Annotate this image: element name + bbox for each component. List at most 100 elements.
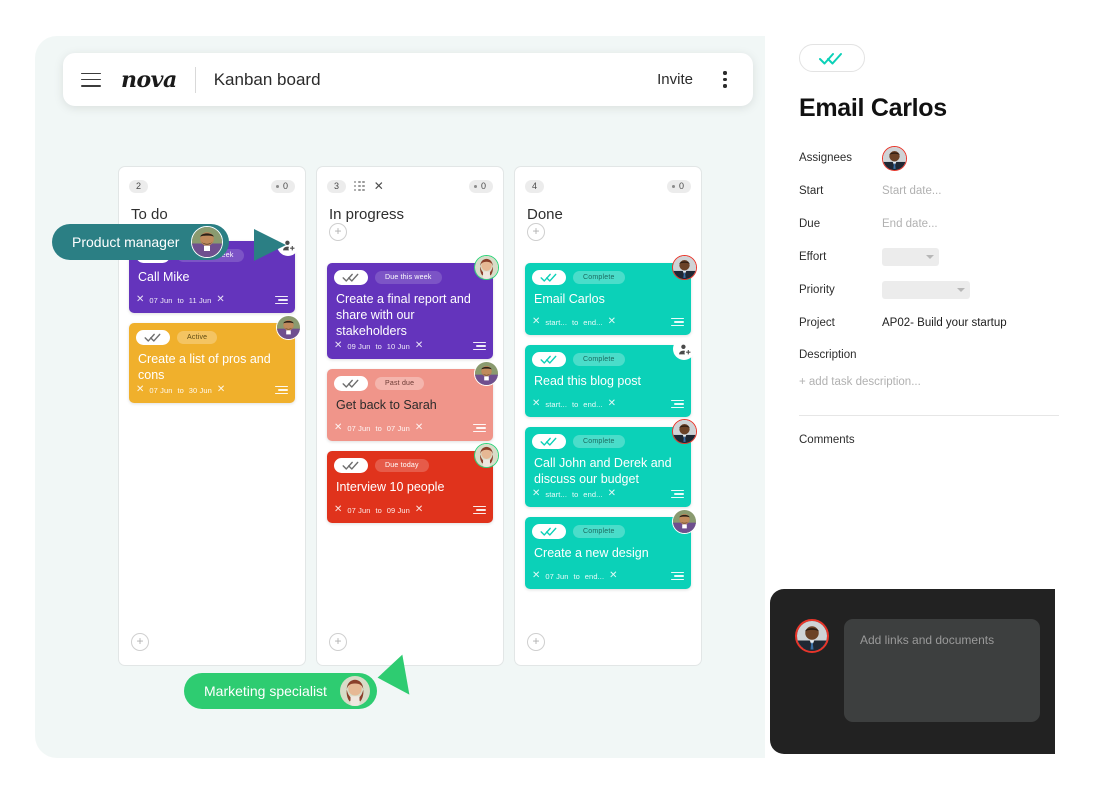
card-complete-toggle[interactable] xyxy=(334,457,368,473)
add-card-top-button[interactable]: + xyxy=(527,223,545,241)
add-links-input[interactable]: Add links and documents xyxy=(844,619,1040,722)
start-date[interactable]: 07 Jun xyxy=(545,572,568,581)
add-card-button[interactable]: + xyxy=(527,633,545,651)
task-card[interactable]: Complete Call John and Derek and discuss … xyxy=(525,419,697,507)
clear-start-date-icon[interactable]: ✕ xyxy=(136,385,144,395)
priority-select[interactable] xyxy=(882,281,970,299)
card-details-icon[interactable] xyxy=(473,423,486,433)
close-icon[interactable]: ✕ xyxy=(374,180,384,192)
end-date[interactable]: 11 Jun xyxy=(189,296,212,305)
effort-select[interactable] xyxy=(882,248,939,266)
start-date-input[interactable]: Start date... xyxy=(882,185,941,197)
drag-handle-icon[interactable] xyxy=(354,180,365,192)
avatar[interactable] xyxy=(672,255,697,280)
status-badge: Complete xyxy=(573,524,625,538)
end-date[interactable]: 30 Jun xyxy=(189,386,212,395)
field-due: Due End date... xyxy=(799,211,1059,237)
avatar[interactable] xyxy=(276,315,301,340)
end-date[interactable]: end... xyxy=(585,572,604,581)
clear-end-date-icon[interactable]: ✕ xyxy=(415,505,423,515)
avatar[interactable] xyxy=(882,145,907,171)
divider xyxy=(799,415,1059,416)
hamburger-icon[interactable] xyxy=(81,72,101,87)
avatar[interactable] xyxy=(474,255,499,280)
clear-start-date-icon[interactable]: ✕ xyxy=(532,399,540,409)
card-complete-toggle[interactable] xyxy=(334,269,368,285)
callout-product-manager: Product manager xyxy=(52,224,230,260)
card-footer: ✕ 07 Jun to 07 Jun ✕ xyxy=(327,421,493,441)
start-date[interactable]: 07 Jun xyxy=(149,296,172,305)
clear-end-date-icon[interactable]: ✕ xyxy=(415,423,423,433)
clear-end-date-icon[interactable]: ✕ xyxy=(608,317,616,327)
clear-start-date-icon[interactable]: ✕ xyxy=(532,571,540,581)
card-header: Complete xyxy=(525,263,691,285)
card-complete-toggle[interactable] xyxy=(532,433,566,449)
avatar[interactable] xyxy=(474,361,499,386)
start-date[interactable]: start... xyxy=(545,490,567,499)
clear-start-date-icon[interactable]: ✕ xyxy=(532,317,540,327)
end-date[interactable]: end... xyxy=(583,318,602,327)
clear-start-date-icon[interactable]: ✕ xyxy=(532,489,540,499)
task-card[interactable]: Complete Create a new design ✕ 07 Jun to end.… xyxy=(525,509,697,589)
card-complete-toggle[interactable] xyxy=(334,375,368,391)
task-card[interactable]: Due this week Create a final report and s… xyxy=(327,255,499,359)
clear-end-date-icon[interactable]: ✕ xyxy=(608,489,616,499)
clear-end-date-icon[interactable]: ✕ xyxy=(216,295,224,305)
start-date[interactable]: start... xyxy=(545,318,567,327)
card-details-icon[interactable] xyxy=(275,385,288,395)
card-details-icon[interactable] xyxy=(671,489,684,499)
end-date[interactable]: 07 Jun xyxy=(387,424,410,433)
add-card-button[interactable]: + xyxy=(131,633,149,651)
start-date[interactable]: 07 Jun xyxy=(149,386,172,395)
clear-end-date-icon[interactable]: ✕ xyxy=(608,399,616,409)
kebab-menu-icon[interactable] xyxy=(715,71,735,88)
card-complete-toggle[interactable] xyxy=(532,269,566,285)
end-date[interactable]: end... xyxy=(583,400,602,409)
project-value[interactable]: AP02- Build your startup xyxy=(882,317,1007,329)
clear-end-date-icon[interactable]: ✕ xyxy=(609,571,617,581)
end-date[interactable]: 09 Jun xyxy=(387,506,410,515)
nova-logo[interactable]: nova xyxy=(121,67,177,93)
clear-end-date-icon[interactable]: ✕ xyxy=(217,385,225,395)
clear-start-date-icon[interactable]: ✕ xyxy=(334,341,342,351)
invite-button[interactable]: Invite xyxy=(657,71,693,88)
card-details-icon[interactable] xyxy=(275,295,288,305)
clear-start-date-icon[interactable]: ✕ xyxy=(334,505,342,515)
avatar[interactable] xyxy=(672,419,697,444)
end-date[interactable]: end... xyxy=(583,490,602,499)
task-card[interactable]: Due today Interview 10 people ✕ 07 Jun to 09 … xyxy=(327,443,499,523)
start-date[interactable]: start... xyxy=(545,400,567,409)
avatar[interactable] xyxy=(672,509,697,534)
start-date[interactable]: 07 Jun xyxy=(347,424,370,433)
add-card-top-button[interactable]: + xyxy=(329,223,347,241)
to-label: to xyxy=(375,423,382,433)
task-card[interactable]: Complete Email Carlos ✕ start... to end... ✕ xyxy=(525,255,697,335)
clear-start-date-icon[interactable]: ✕ xyxy=(136,295,144,305)
card-complete-toggle[interactable] xyxy=(532,523,566,539)
avatar[interactable] xyxy=(474,443,499,468)
description-input[interactable]: + add task description... xyxy=(799,376,1059,388)
end-date[interactable]: 10 Jun xyxy=(387,342,410,351)
add-card-button[interactable]: + xyxy=(329,633,347,651)
task-card[interactable]: Active Create a list of pros and cons ✕ 07 … xyxy=(129,315,301,403)
task-card[interactable]: Complete Read this blog post ✕ start... to en… xyxy=(525,338,695,417)
card-complete-toggle[interactable] xyxy=(532,351,566,367)
card-details-icon[interactable] xyxy=(671,399,684,409)
dot-count-value: 0 xyxy=(678,180,684,191)
task-card[interactable]: Past due Get back to Sarah ✕ 07 Jun to 07 Jun… xyxy=(327,361,499,441)
card-complete-toggle[interactable] xyxy=(136,329,170,345)
card-details-icon[interactable] xyxy=(473,505,486,515)
card-details-icon[interactable] xyxy=(671,317,684,327)
clear-start-date-icon[interactable]: ✕ xyxy=(334,423,342,433)
clear-end-date-icon[interactable]: ✕ xyxy=(415,341,423,351)
column-dot-count: 0 xyxy=(666,179,691,193)
task-complete-toggle[interactable] xyxy=(799,44,865,72)
start-date[interactable]: 09 Jun xyxy=(347,342,370,351)
start-date[interactable]: 07 Jun xyxy=(347,506,370,515)
comments-label: Comments xyxy=(799,434,855,446)
to-label: to xyxy=(572,317,579,327)
card-details-icon[interactable] xyxy=(671,571,684,581)
card-details-icon[interactable] xyxy=(473,341,486,351)
add-person-icon[interactable] xyxy=(673,338,695,360)
due-date-input[interactable]: End date... xyxy=(882,218,938,230)
